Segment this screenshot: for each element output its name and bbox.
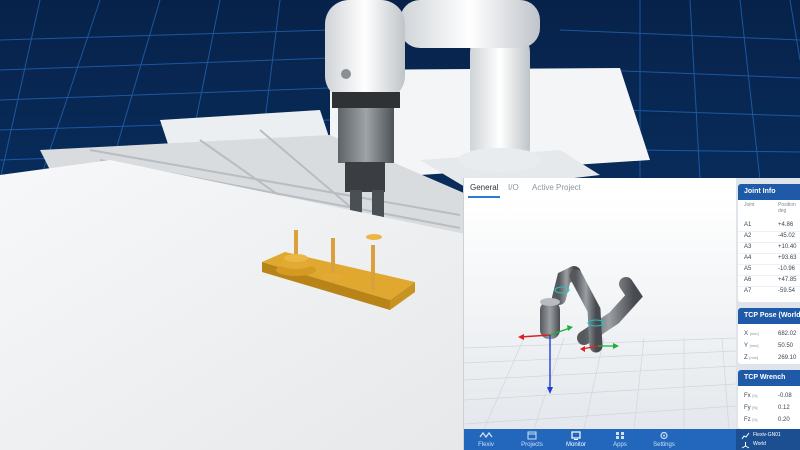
tcp-wrench-fz: Fz [N] 0.20 — [744, 417, 790, 423]
tcp-pose-y: Y [mm] 50.50 — [744, 343, 794, 349]
coordinate-frame-icon — [741, 441, 750, 450]
bottom-nav-bar: Flexiv Projects Monitor Apps Settings — [464, 429, 736, 450]
settings-icon — [644, 429, 684, 442]
tcp-pose-z: Z [mm] 269.10 — [744, 355, 797, 361]
apps-icon — [600, 429, 640, 442]
flexiv-logo-icon — [466, 429, 506, 442]
tcp-pose-x: X [mm] 682.02 — [744, 331, 797, 337]
tcp-pose-title: TCP Pose (World Coordinates) — [738, 308, 800, 324]
joint-info-columns: Joint Position deg — [744, 202, 800, 216]
nav-monitor[interactable]: Monitor — [556, 429, 596, 450]
tcp-wrench-fx: Fx [N] -0.08 — [744, 393, 792, 399]
tab-active-project[interactable]: Active Project — [532, 183, 581, 192]
tab-general[interactable]: General — [470, 183, 498, 192]
monitor-icon — [556, 429, 596, 442]
tcp-wrench-fy: Fy [N] 0.12 — [744, 405, 790, 411]
joint-info-card: Joint Info Joint Position deg A1 +4.86 A2… — [738, 184, 800, 302]
tab-bar: General I/O Active Project — [464, 178, 736, 199]
joint-row-a7: A7 -59.54 — [744, 288, 796, 294]
nav-settings[interactable]: Settings — [644, 429, 684, 450]
monitor-panel: General I/O Active Project Joint Info Jo… — [463, 178, 800, 450]
reference-frame: World — [753, 441, 766, 447]
tcp-pose-card: TCP Pose (World Coordinates) X [mm]682.0… — [738, 308, 800, 364]
projects-icon — [512, 429, 552, 442]
robot-name: Flexiv-GN01 — [753, 432, 781, 438]
col-position-unit: deg — [778, 208, 787, 214]
nav-flexiv[interactable]: Flexiv — [466, 429, 506, 450]
col-joint: Joint — [744, 202, 755, 208]
tab-io[interactable]: I/O — [508, 183, 519, 192]
nav-apps[interactable]: Apps — [600, 429, 640, 450]
robot-status-bar[interactable]: Flexiv-GN01 World — [736, 429, 800, 450]
robot-3d-viewport[interactable] — [464, 198, 736, 429]
joint-info-title: Joint Info — [738, 184, 800, 200]
tcp-wrench-card: TCP Wrench Fx [N] -0.08 Fy [N] 0.12 Fz [N]… — [738, 370, 800, 429]
tcp-wrench-title: TCP Wrench — [738, 370, 800, 386]
monitor-sidebar: Joint Info Joint Position deg A1 +4.86 A2… — [736, 178, 800, 429]
nav-projects[interactable]: Projects — [512, 429, 552, 450]
